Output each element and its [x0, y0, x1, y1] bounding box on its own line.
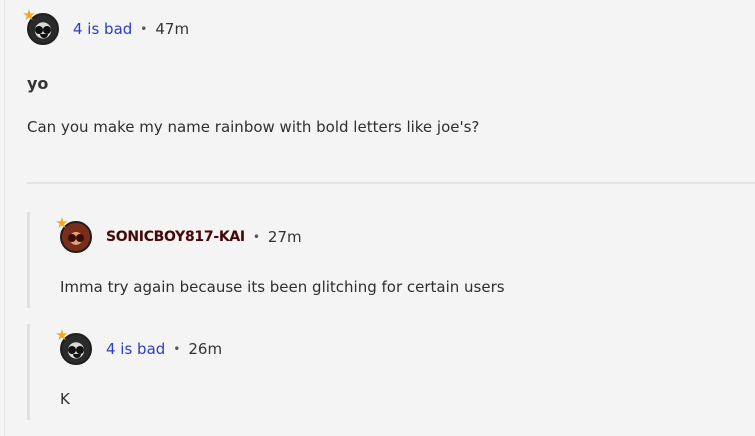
- post-meta: 4 is bad • 47m: [73, 20, 189, 38]
- post-card: ★ 4 is bad • 47m yo Can you make my name…: [4, 0, 755, 436]
- avatar-eye-right: [76, 234, 84, 242]
- post-header: ★ 4 is bad • 47m: [22, 7, 189, 47]
- avatar[interactable]: ★: [55, 327, 92, 365]
- avatar[interactable]: ★: [55, 215, 92, 253]
- avatar[interactable]: ★: [22, 7, 59, 45]
- avatar-eye-right: [43, 26, 51, 34]
- reply-header: ★ 4 is bad • 26m: [55, 327, 222, 367]
- reply-header: ★ SONICBOY817-KAI • 27m: [55, 215, 302, 255]
- meta-separator: •: [173, 342, 181, 356]
- reply-meta: SONICBOY817-KAI • 27m: [106, 228, 302, 246]
- avatar-eye-left: [35, 26, 43, 34]
- avatar-eye-right: [76, 346, 84, 354]
- avatar-mouth: [73, 354, 81, 358]
- reply-meta: 4 is bad • 26m: [106, 340, 222, 358]
- reply-body: Imma try again because its been glitchin…: [60, 278, 505, 296]
- meta-separator: •: [252, 230, 260, 244]
- reply-comment: ★ SONICBOY817-KAI • 27m Imma try again b…: [27, 212, 755, 308]
- meta-separator: •: [140, 22, 148, 36]
- post-time: 47m: [155, 20, 190, 38]
- author-link[interactable]: 4 is bad: [106, 340, 165, 358]
- page-background: ★ 4 is bad • 47m yo Can you make my name…: [0, 0, 755, 436]
- author-link[interactable]: 4 is bad: [73, 20, 132, 38]
- reply-body: K: [60, 390, 70, 408]
- author-link[interactable]: SONICBOY817-KAI: [106, 229, 245, 245]
- avatar-mouth: [40, 34, 48, 38]
- post-title: yo: [27, 74, 49, 93]
- divider: [27, 182, 755, 184]
- post-body: Can you make my name rainbow with bold l…: [27, 118, 480, 136]
- star-badge-icon: ★: [55, 326, 69, 344]
- reply-time: 26m: [188, 340, 223, 358]
- reply-comment: ★ 4 is bad • 26m K: [27, 324, 755, 420]
- avatar-eye-left: [68, 234, 76, 242]
- star-badge-icon: ★: [55, 214, 69, 232]
- avatar-eye-left: [68, 346, 76, 354]
- star-badge-icon: ★: [22, 6, 36, 24]
- reply-time: 27m: [267, 228, 302, 246]
